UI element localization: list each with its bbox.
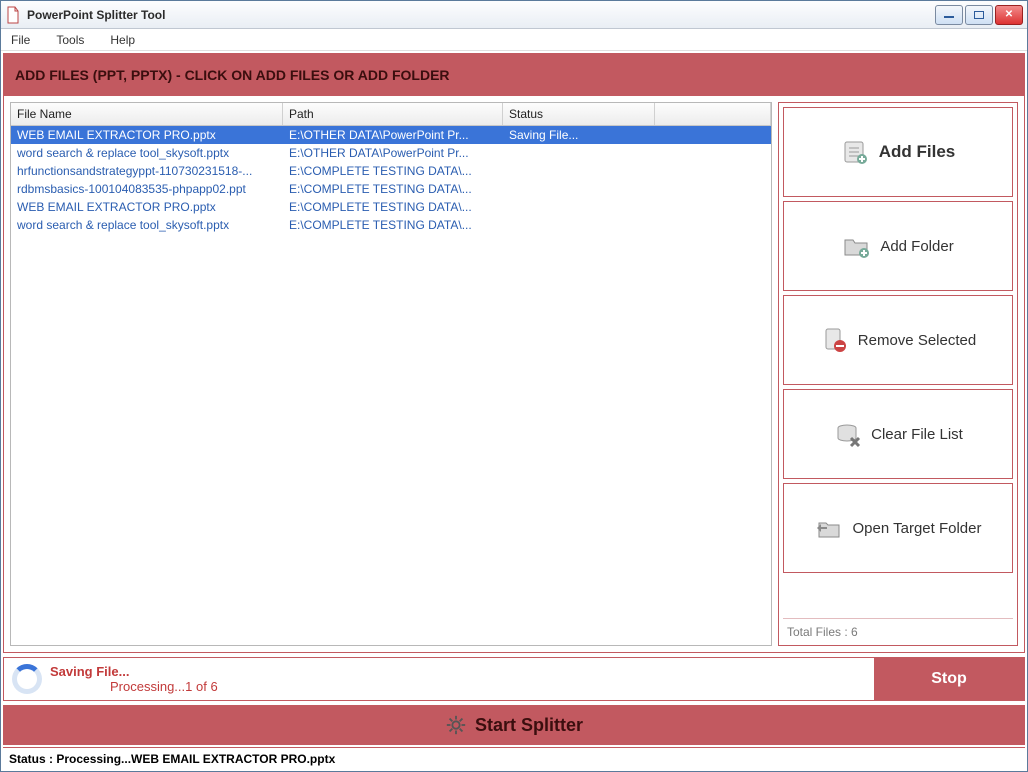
app-window: PowerPoint Splitter Tool ✕ File Tools He…	[0, 0, 1028, 772]
instruction-banner: ADD FILES (PPT, PPTX) - CLICK ON ADD FIL…	[4, 54, 1024, 96]
folder-icon	[842, 232, 870, 260]
open-target-button[interactable]: Open Target Folder	[783, 483, 1013, 573]
cell-filename: word search & replace tool_skysoft.pptx	[11, 218, 283, 232]
cell-path: E:\COMPLETE TESTING DATA\...	[283, 200, 503, 214]
gear-icon	[445, 714, 467, 736]
open-target-label: Open Target Folder	[853, 520, 982, 537]
cell-path: E:\COMPLETE TESTING DATA\...	[283, 164, 503, 178]
titlebar: PowerPoint Splitter Tool ✕	[1, 1, 1027, 29]
clear-icon	[833, 420, 861, 448]
column-path[interactable]: Path	[283, 103, 503, 125]
cell-path: E:\OTHER DATA\PowerPoint Pr...	[283, 128, 503, 142]
add-folder-label: Add Folder	[880, 238, 953, 255]
progress-count: Processing...1 of 6	[50, 679, 874, 694]
menu-tools[interactable]: Tools	[50, 31, 90, 49]
table-row[interactable]: rdbmsbasics-100104083535-phpapp02.pptE:\…	[11, 180, 771, 198]
menu-file[interactable]: File	[5, 31, 36, 49]
progress-panel: Saving File... Processing...1 of 6 Stop	[3, 657, 1025, 701]
add-files-icon	[841, 138, 869, 166]
clear-list-button[interactable]: Clear File List	[783, 389, 1013, 479]
add-folder-button[interactable]: Add Folder	[783, 201, 1013, 291]
column-extra	[655, 103, 771, 125]
column-filename[interactable]: File Name	[11, 103, 283, 125]
cell-path: E:\COMPLETE TESTING DATA\...	[283, 218, 503, 232]
cell-path: E:\OTHER DATA\PowerPoint Pr...	[283, 146, 503, 160]
table-row[interactable]: word search & replace tool_skysoft.pptxE…	[11, 216, 771, 234]
table-row[interactable]: word search & replace tool_skysoft.pptxE…	[11, 144, 771, 162]
cell-filename: hrfunctionsandstrategyppt-110730231518-.…	[11, 164, 283, 178]
cell-filename: word search & replace tool_skysoft.pptx	[11, 146, 283, 160]
menu-help[interactable]: Help	[104, 31, 141, 49]
cell-filename: WEB EMAIL EXTRACTOR PRO.pptx	[11, 128, 283, 142]
cell-status: Saving File...	[503, 128, 655, 142]
clear-list-label: Clear File List	[871, 426, 963, 443]
menubar: File Tools Help	[1, 29, 1027, 51]
table-row[interactable]: WEB EMAIL EXTRACTOR PRO.pptxE:\OTHER DAT…	[11, 126, 771, 144]
total-files-label: Total Files : 6	[783, 618, 1013, 641]
action-panel: Add Files Add Folder Remove Selected	[778, 102, 1018, 646]
app-icon	[5, 6, 21, 24]
start-splitter-label: Start Splitter	[475, 715, 583, 736]
maximize-button[interactable]	[965, 5, 993, 25]
progress-status: Saving File...	[50, 664, 874, 679]
cell-filename: rdbmsbasics-100104083535-phpapp02.ppt	[11, 182, 283, 196]
cell-filename: WEB EMAIL EXTRACTOR PRO.pptx	[11, 200, 283, 214]
cell-path: E:\COMPLETE TESTING DATA\...	[283, 182, 503, 196]
column-status[interactable]: Status	[503, 103, 655, 125]
table-row[interactable]: WEB EMAIL EXTRACTOR PRO.pptxE:\COMPLETE …	[11, 198, 771, 216]
file-list[interactable]: File Name Path Status WEB EMAIL EXTRACTO…	[10, 102, 772, 646]
statusbar: Status : Processing...WEB EMAIL EXTRACTO…	[3, 747, 1025, 769]
spinner-icon	[12, 664, 42, 694]
open-folder-icon	[815, 514, 843, 542]
file-list-header: File Name Path Status	[11, 103, 771, 126]
main-panel: ADD FILES (PPT, PPTX) - CLICK ON ADD FIL…	[3, 53, 1025, 653]
remove-selected-label: Remove Selected	[858, 332, 976, 349]
add-files-button[interactable]: Add Files	[783, 107, 1013, 197]
window-title: PowerPoint Splitter Tool	[27, 8, 165, 22]
start-splitter-button[interactable]: Start Splitter	[3, 705, 1025, 745]
minimize-button[interactable]	[935, 5, 963, 25]
remove-selected-button[interactable]: Remove Selected	[783, 295, 1013, 385]
remove-icon	[820, 326, 848, 354]
close-button[interactable]: ✕	[995, 5, 1023, 25]
table-row[interactable]: hrfunctionsandstrategyppt-110730231518-.…	[11, 162, 771, 180]
stop-button[interactable]: Stop	[874, 658, 1024, 700]
add-files-label: Add Files	[879, 142, 956, 162]
